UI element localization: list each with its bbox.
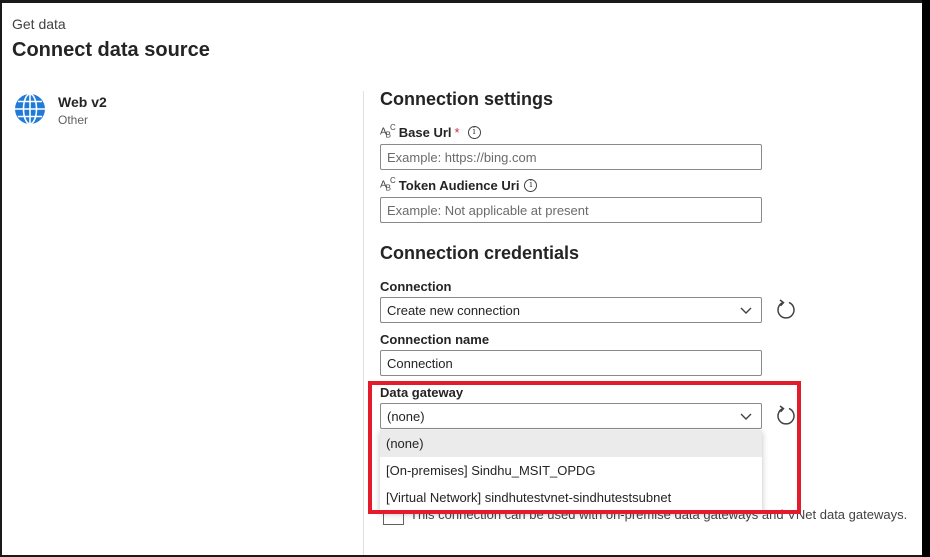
data-source-card[interactable]: Web v2 Other (14, 93, 107, 129)
info-icon[interactable]: i (524, 178, 538, 192)
data-gateway-dropdown: (none) [On-premises] Sindhu_MSIT_OPDG [V… (380, 430, 762, 512)
connection-name-input[interactable]: Connection (380, 350, 762, 376)
data-gateway-select-value: (none) (387, 408, 425, 424)
window-edge (922, 0, 930, 557)
refresh-icon[interactable] (775, 298, 797, 320)
globe-icon (15, 93, 45, 125)
get-data-label: Get data (12, 16, 66, 32)
chevron-down-icon (740, 307, 752, 314)
base-url-label-text: Base Url (398, 124, 452, 140)
token-audience-uri-label-text: Token Audience Uri (398, 177, 520, 193)
connection-credentials-title: Connection credentials (380, 243, 580, 263)
info-icon[interactable]: i (467, 125, 481, 139)
dialog: Get data Connect data source Web v2 Othe… (0, 0, 930, 557)
data-gateway-label: Data gateway (380, 385, 464, 400)
connection-select[interactable]: Create new connection (380, 297, 762, 323)
dropdown-option[interactable]: [Virtual Network] sindhutestvnet-sindhut… (380, 484, 762, 511)
dropdown-option[interactable]: (none) (380, 430, 762, 457)
connection-name-label: Connection name (380, 332, 490, 347)
data-gateway-select[interactable]: (none) (380, 403, 762, 429)
connection-label: Connection (380, 279, 452, 294)
data-source-category: Other (58, 113, 89, 127)
connection-select-value: Create new connection (387, 302, 520, 318)
data-source-name: Web v2 (58, 94, 107, 110)
refresh-icon[interactable] (775, 404, 797, 426)
token-audience-uri-label: ABC Token Audience Uri i (380, 176, 538, 193)
text-type-icon: ABC (380, 123, 396, 140)
base-url-label: ABC Base Url * i (380, 123, 481, 140)
base-url-input[interactable]: Example: https://bing.com (380, 144, 762, 170)
chevron-down-icon (740, 413, 752, 420)
required-mark: * (454, 124, 460, 140)
token-audience-uri-input[interactable]: Example: Not applicable at present (380, 197, 762, 223)
page-title: Connect data source (12, 39, 210, 61)
panel-divider (363, 91, 364, 555)
connection-settings-title: Connection settings (380, 89, 554, 109)
dropdown-option[interactable]: [On-premises] Sindhu_MSIT_OPDG (380, 457, 762, 484)
text-type-icon: ABC (380, 176, 396, 193)
